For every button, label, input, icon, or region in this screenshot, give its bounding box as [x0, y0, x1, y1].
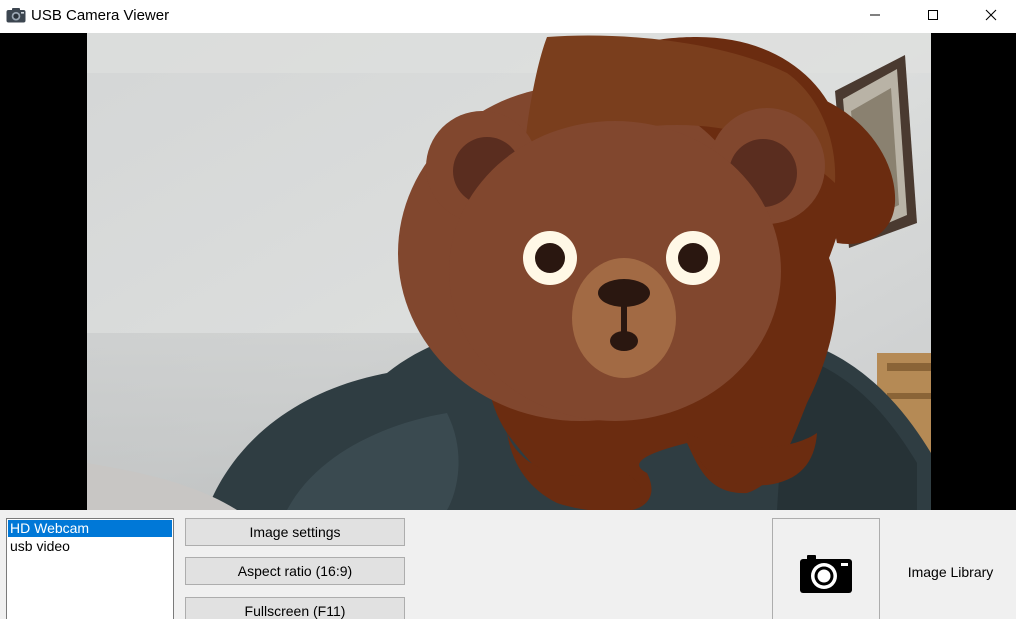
maximize-button[interactable]: [904, 0, 962, 30]
image-library-link[interactable]: Image Library: [893, 564, 1008, 580]
camera-item-usb-video[interactable]: usb video: [8, 538, 172, 555]
camera-icon: [6, 8, 26, 23]
aspect-ratio-button[interactable]: Aspect ratio (16:9): [185, 557, 405, 585]
maximize-icon: [928, 10, 938, 20]
fullscreen-button[interactable]: Fullscreen (F11): [185, 597, 405, 619]
close-button[interactable]: [962, 0, 1016, 30]
camera-feed: [87, 33, 931, 510]
control-panel: HD Webcam usb video Image settings Aspec…: [0, 510, 1016, 619]
close-icon: [985, 9, 997, 21]
app-window: USB Camera Viewer HD Webcam usb video Im…: [0, 0, 1016, 619]
camera-item-hd-webcam[interactable]: HD Webcam: [8, 520, 172, 537]
camera-icon: [800, 555, 852, 593]
minimize-icon: [870, 14, 880, 16]
camera-list[interactable]: HD Webcam usb video: [6, 518, 174, 619]
minimize-button[interactable]: [846, 0, 904, 30]
image-settings-button[interactable]: Image settings: [185, 518, 405, 546]
capture-button[interactable]: [772, 518, 880, 619]
camera-feed-image: [87, 33, 931, 510]
title-bar[interactable]: USB Camera Viewer: [0, 0, 1016, 33]
video-preview[interactable]: [0, 33, 1016, 510]
window-title: USB Camera Viewer: [31, 7, 170, 24]
